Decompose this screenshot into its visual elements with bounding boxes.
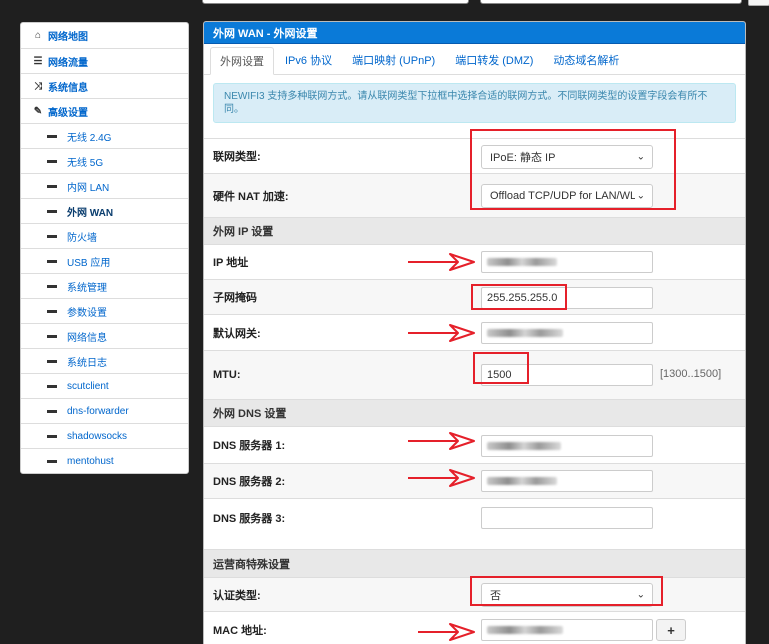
arrow-icon	[408, 253, 475, 641]
